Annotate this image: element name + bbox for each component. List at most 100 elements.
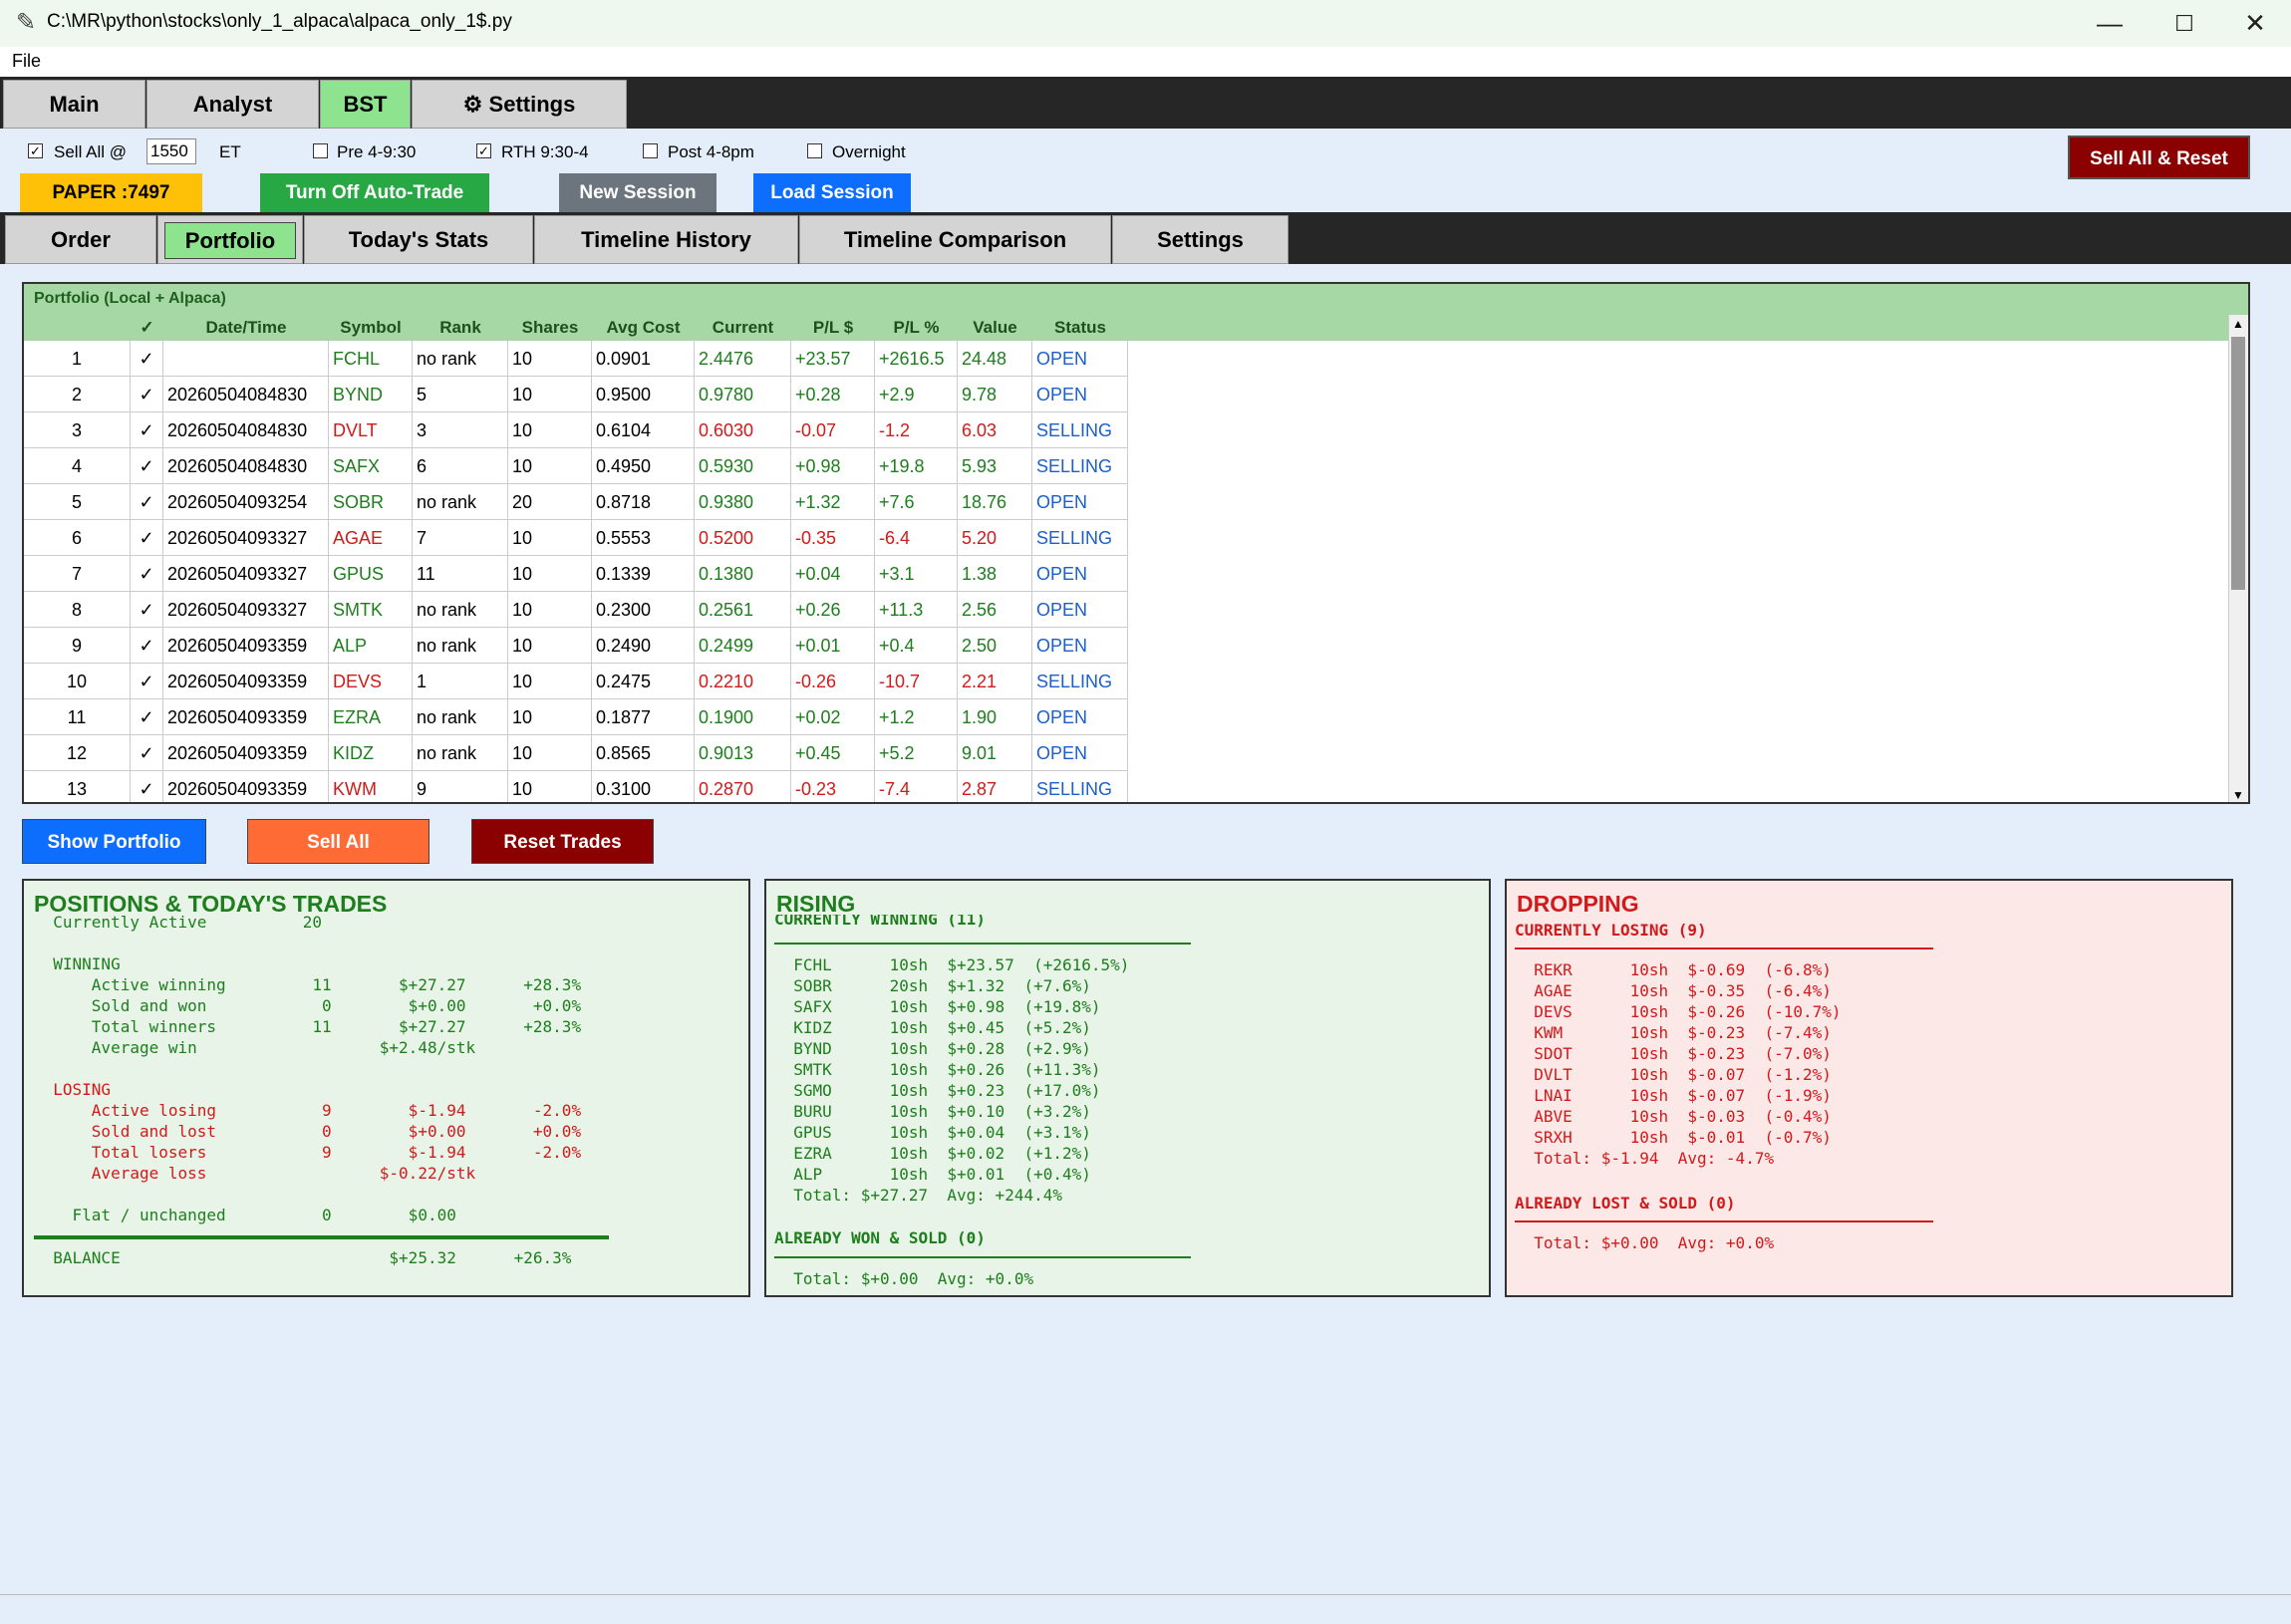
show-portfolio-button[interactable]: Show Portfolio — [22, 819, 206, 864]
tab-settings-main[interactable]: ⚙ Settings — [412, 80, 627, 129]
rth-checkbox[interactable]: ✓ — [476, 143, 491, 158]
table-cell-status: OPEN — [1032, 735, 1128, 771]
column-header[interactable]: P/L % — [875, 315, 958, 341]
table-cell-shares: 10 — [508, 592, 592, 628]
dropping-lines: REKR 10sh $-0.69 (-6.8%) AGAE 10sh $-0.3… — [1515, 959, 1841, 1169]
table-cell-shares: 10 — [508, 628, 592, 664]
tab-timeline-history[interactable]: Timeline History — [534, 215, 798, 264]
positions-line: Flat / unchanged 0 $0.00 — [34, 1206, 456, 1224]
scroll-up-arrow-icon[interactable]: ▲ — [2232, 317, 2244, 331]
table-cell-rank: no rank — [413, 628, 508, 664]
positions-line: Active losing 9 $-1.94 -2.0% — [34, 1101, 582, 1120]
column-header[interactable]: Value — [958, 315, 1032, 341]
sell-all-time-input[interactable] — [146, 138, 196, 164]
rising-line: GPUS 10sh $+0.04 (+3.1%) — [774, 1123, 1091, 1142]
table-cell-pl: +0.01 — [791, 628, 875, 664]
overnight-checkbox[interactable] — [807, 143, 822, 158]
column-header[interactable] — [24, 315, 131, 341]
dropping-line: SRXH 10sh $-0.01 (-0.7%) — [1515, 1128, 1832, 1147]
table-cell-cur: 0.2870 — [695, 771, 791, 802]
table-cell-shares: 10 — [508, 771, 592, 802]
table-cell-sym: AGAE — [329, 520, 413, 556]
positions-line: Active winning 11 $+27.27 +28.3% — [34, 975, 582, 994]
table-row[interactable]: 5 ✓ 20260504093254 SOBR no rank 20 0.8718 0.938… — [24, 484, 1130, 520]
column-header[interactable]: Rank — [413, 315, 508, 341]
table-cell-avg: 0.0901 — [592, 341, 695, 377]
tab-order[interactable]: Order — [5, 215, 156, 264]
table-cell-plp: -10.7 — [875, 664, 958, 699]
table-cell-shares: 10 — [508, 341, 592, 377]
table-cell-sym: EZRA — [329, 699, 413, 735]
table-row[interactable]: 11 ✓ 20260504093359 EZRA no rank 10 0.1877 0.19… — [24, 699, 1130, 735]
tab-bst[interactable]: BST — [320, 80, 411, 129]
column-header[interactable]: Current — [695, 315, 791, 341]
table-row[interactable]: 4 ✓ 20260504084830 SAFX 6 10 0.4950 0.5930 +0.98… — [24, 448, 1130, 484]
table-cell-avg: 0.1877 — [592, 699, 695, 735]
dropping-panel: DROPPING CURRENTLY LOSING (9) REKR 10sh … — [1505, 879, 2233, 1297]
close-button[interactable]: ✕ — [2220, 0, 2290, 47]
turn-off-auto-trade-button[interactable]: Turn Off Auto-Trade — [260, 173, 489, 212]
tab-portfolio-label: Portfolio — [164, 222, 296, 259]
sell-all-checkbox[interactable]: ✓ — [28, 143, 43, 158]
table-row[interactable]: 1 ✓ FCHL no rank 10 0.0901 2.4476 +23.57 +2616.5… — [24, 341, 1130, 377]
column-header[interactable]: Status — [1032, 315, 1128, 341]
column-header[interactable]: Shares — [508, 315, 592, 341]
table-cell-idx: 6 — [24, 520, 131, 556]
table-row[interactable]: 12 ✓ 20260504093359 KIDZ no rank 10 0.8565 0.90… — [24, 735, 1130, 771]
portfolio-scrollbar[interactable]: ▲ ▼ — [2228, 315, 2248, 802]
pre-market-checkbox[interactable] — [313, 143, 328, 158]
load-session-button[interactable]: Load Session — [753, 173, 911, 212]
table-cell-shares: 10 — [508, 377, 592, 412]
table-row[interactable]: 7 ✓ 20260504093327 GPUS 11 10 0.1339 0.1380 +0.0… — [24, 556, 1130, 592]
table-row[interactable]: 13 ✓ 20260504093359 KWM 9 10 0.3100 0.2870 -0.23… — [24, 771, 1130, 802]
table-cell-status: OPEN — [1032, 341, 1128, 377]
sell-all-reset-button[interactable]: Sell All & Reset — [2068, 135, 2250, 179]
table-cell-sym: SAFX — [329, 448, 413, 484]
table-row[interactable]: 10 ✓ 20260504093359 DEVS 1 10 0.2475 0.2210 -0.2… — [24, 664, 1130, 699]
table-cell-dt: 20260504093359 — [163, 771, 329, 802]
new-session-button[interactable]: New Session — [559, 173, 716, 212]
table-cell-shares: 20 — [508, 484, 592, 520]
scrollbar-thumb[interactable] — [2231, 337, 2245, 590]
tab-timeline-comparison[interactable]: Timeline Comparison — [799, 215, 1111, 264]
table-cell-val: 2.21 — [958, 664, 1032, 699]
paper-account-button[interactable]: PAPER :7497 — [20, 173, 202, 212]
column-header[interactable]: Date/Time — [163, 315, 329, 341]
column-header[interactable]: Avg Cost — [592, 315, 695, 341]
menu-file[interactable]: File — [12, 51, 41, 72]
table-row[interactable]: 3 ✓ 20260504084830 DVLT 3 10 0.6104 0.6030 -0.07… — [24, 412, 1130, 448]
table-row[interactable]: 6 ✓ 20260504093327 AGAE 7 10 0.5553 0.5200 -0.35… — [24, 520, 1130, 556]
table-cell-avg: 0.9500 — [592, 377, 695, 412]
sub-tab-bar: Order Portfolio Today's Stats Timeline H… — [0, 212, 2291, 264]
column-header[interactable]: Symbol — [329, 315, 413, 341]
tab-portfolio[interactable]: Portfolio — [157, 215, 303, 264]
balance-line: BALANCE $+25.32 +26.3% — [34, 1248, 572, 1267]
tab-settings-sub[interactable]: Settings — [1112, 215, 1289, 264]
table-cell-sym: KWM — [329, 771, 413, 802]
table-cell-sym: BYND — [329, 377, 413, 412]
dropping-sold-total: Total: $+0.00 Avg: +0.0% — [1515, 1233, 1775, 1252]
tab-todays-stats[interactable]: Today's Stats — [304, 215, 533, 264]
sell-all-button[interactable]: Sell All — [247, 819, 430, 864]
column-header[interactable]: P/L $ — [791, 315, 875, 341]
minimize-button[interactable]: — — [2075, 0, 2145, 47]
reset-trades-button[interactable]: Reset Trades — [471, 819, 654, 864]
table-cell-dt: 20260504093359 — [163, 735, 329, 771]
maximize-button[interactable]: ☐ — [2149, 0, 2219, 47]
tab-main[interactable]: Main — [3, 80, 145, 129]
post-market-checkbox[interactable] — [643, 143, 658, 158]
table-row[interactable]: 2 ✓ 20260504084830 BYND 5 10 0.9500 0.9780 +0.28… — [24, 377, 1130, 412]
dropping-divider — [1515, 947, 1933, 949]
column-header[interactable]: ✓ — [131, 315, 163, 341]
table-cell-idx: 10 — [24, 664, 131, 699]
table-cell-val: 9.78 — [958, 377, 1032, 412]
dropping-line: AGAE 10sh $-0.35 (-6.4%) — [1515, 981, 1832, 1000]
table-row[interactable]: 8 ✓ 20260504093327 SMTK no rank 10 0.2300 0.256… — [24, 592, 1130, 628]
scroll-down-arrow-icon[interactable]: ▼ — [2232, 788, 2244, 802]
table-row[interactable]: 9 ✓ 20260504093359 ALP no rank 10 0.2490 0.2499… — [24, 628, 1130, 664]
overnight-label: Overnight — [832, 142, 906, 161]
table-cell-status: SELLING — [1032, 520, 1128, 556]
table-cell-idx: 13 — [24, 771, 131, 802]
tab-analyst[interactable]: Analyst — [146, 80, 319, 129]
table-cell-avg: 0.8718 — [592, 484, 695, 520]
